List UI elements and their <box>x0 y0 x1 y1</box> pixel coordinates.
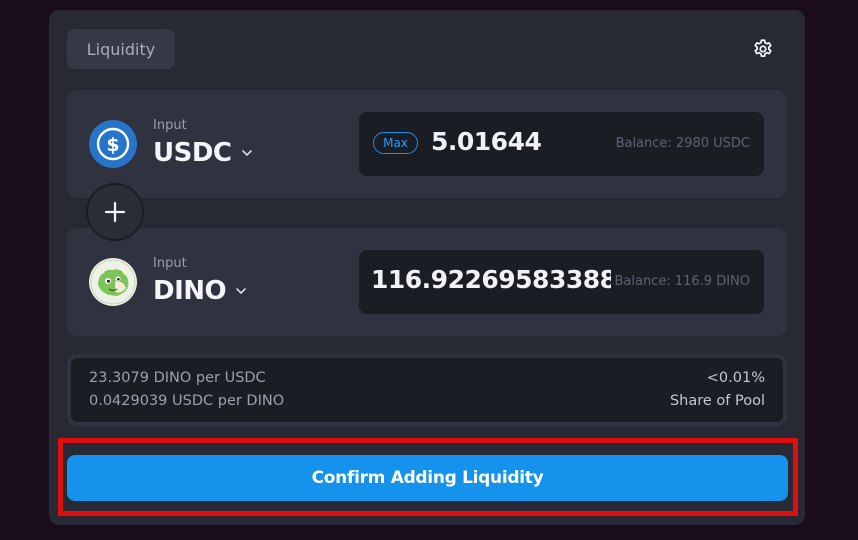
max-button[interactable]: Max <box>373 132 418 154</box>
tab-liquidity[interactable]: Liquidity <box>67 29 175 69</box>
token-select-dino[interactable]: DINO <box>153 276 247 306</box>
chevron-down-icon <box>236 288 246 295</box>
token-input-card-usdc: $ Input USDC Max 5.01644 Balance: 2980 U… <box>67 90 787 198</box>
rate-usdc-per-dino: 0.0429039 USDC per DINO <box>89 393 285 409</box>
dino-icon <box>89 258 137 306</box>
rate-dino-per-usdc: 23.3079 DINO per USDC <box>89 370 266 386</box>
amount-input-dino[interactable]: 116.92269583388... Balance: 116.9 DINO <box>359 250 764 314</box>
plus-icon <box>86 183 144 241</box>
pool-info-box: 23.3079 DINO per USDC 0.0429039 USDC per… <box>67 354 787 426</box>
amount-value[interactable]: 116.92269583388... <box>371 265 611 294</box>
token-name: DINO <box>153 276 227 306</box>
input-label: Input <box>153 118 187 133</box>
usdc-icon: $ <box>89 120 137 168</box>
pool-share-label: Share of Pool <box>669 393 765 409</box>
amount-input-usdc[interactable]: Max 5.01644 Balance: 2980 USDC <box>359 112 764 176</box>
balance-text: Balance: 116.9 DINO <box>614 274 750 289</box>
token-select-usdc[interactable]: USDC <box>153 138 253 168</box>
token-name: USDC <box>153 138 232 168</box>
gear-icon[interactable] <box>752 38 774 60</box>
pool-share-value: <0.01% <box>706 370 765 386</box>
input-label: Input <box>153 256 187 271</box>
svg-text:$: $ <box>106 134 119 156</box>
chevron-down-icon <box>241 150 252 157</box>
liquidity-panel: Liquidity $ Input USDC Max 5.01644 Balan… <box>49 10 805 525</box>
balance-text: Balance: 2980 USDC <box>615 136 750 151</box>
token-input-card-dino: Input DINO 116.92269583388... Balance: 1… <box>67 228 787 336</box>
amount-value[interactable]: 5.01644 <box>431 127 542 156</box>
confirm-adding-liquidity-button[interactable]: Confirm Adding Liquidity <box>67 455 788 501</box>
